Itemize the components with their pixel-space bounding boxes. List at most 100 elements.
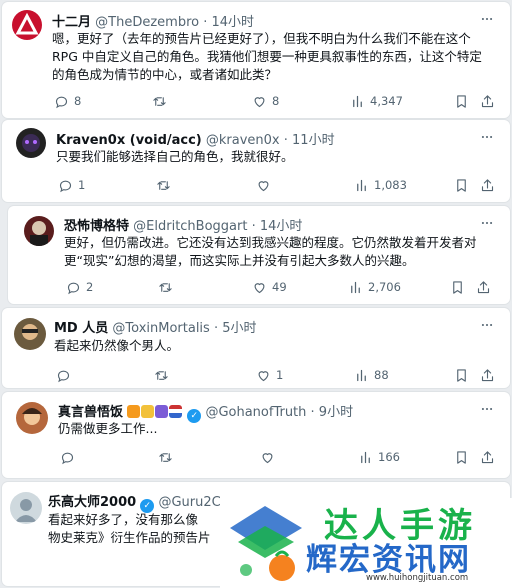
share-button[interactable] <box>480 448 495 466</box>
timestamp[interactable]: · 11小时 <box>284 133 335 148</box>
avatar-image-icon <box>30 221 48 246</box>
like-button[interactable]: 8 <box>252 92 279 110</box>
more-icon[interactable] <box>480 318 494 332</box>
reply-button[interactable] <box>56 366 76 384</box>
user-handle[interactable]: @ToxinMortalis <box>112 321 209 336</box>
share-button[interactable] <box>476 278 491 296</box>
fire-emoji-icon <box>127 405 141 418</box>
tweet-actions: 1 1,083 <box>58 176 498 194</box>
display-name[interactable]: 恐怖博格特 <box>64 219 129 234</box>
views-count: 4,347 <box>370 94 403 108</box>
bookmark-icon <box>450 280 465 295</box>
reply-button[interactable] <box>60 448 80 466</box>
views-button[interactable]: 4,347 <box>350 92 403 110</box>
tweet-actions: 166 <box>60 448 496 466</box>
tweet-card-5[interactable]: 真言兽悟饭 ✓ @GohanofTruth · 9小时 仍需做更多工作... 1… <box>2 392 510 478</box>
watermark-logo-icon <box>230 506 302 581</box>
display-name[interactable]: MD 人员 <box>54 321 108 336</box>
like-count: 49 <box>272 280 287 294</box>
share-icon <box>480 368 495 383</box>
timestamp[interactable]: · 5小时 <box>214 321 257 336</box>
display-name[interactable]: Kraven0x (void/acc) <box>56 133 202 148</box>
reply-icon <box>56 368 71 383</box>
retweet-icon <box>158 280 173 295</box>
retweet-button[interactable] <box>152 92 172 110</box>
user-handle[interactable]: @TheDezembro <box>95 15 199 30</box>
share-button[interactable] <box>480 366 495 384</box>
tweet-actions: 8 8 4,347 <box>54 92 504 110</box>
display-name[interactable]: 乐高大师2000 <box>48 495 136 510</box>
tweet-text: 看起来好多了，没有那么像 物史莱克》衍生作品的预告片 <box>48 512 211 545</box>
avatar-image-icon <box>22 408 42 425</box>
views-count: 88 <box>374 368 389 382</box>
bookmark-icon <box>454 450 469 465</box>
share-icon <box>480 178 495 193</box>
like-button[interactable]: 49 <box>252 278 287 296</box>
reply-button[interactable]: 8 <box>54 92 81 110</box>
bookmark-button[interactable] <box>454 448 469 466</box>
like-button[interactable]: 1 <box>256 366 283 384</box>
person-icon <box>15 499 37 522</box>
cross-emoji-icon <box>155 405 169 418</box>
share-icon <box>476 280 491 295</box>
bookmark-button[interactable] <box>454 366 469 384</box>
retweet-button[interactable] <box>156 176 176 194</box>
bookmark-button[interactable] <box>454 176 469 194</box>
avatar[interactable] <box>16 128 46 158</box>
user-handle[interactable]: @EldritchBoggart <box>133 219 247 234</box>
share-icon <box>480 94 495 109</box>
retweet-icon <box>154 368 169 383</box>
bookmark-icon <box>454 94 469 109</box>
avatar[interactable] <box>24 216 54 246</box>
like-button[interactable] <box>256 176 276 194</box>
views-button[interactable]: 88 <box>354 366 389 384</box>
display-name[interactable]: 十二月 <box>52 15 91 30</box>
reply-button[interactable]: 1 <box>58 176 85 194</box>
views-button[interactable]: 1,083 <box>354 176 407 194</box>
user-handle[interactable]: @kraven0x <box>206 133 280 148</box>
retweet-icon <box>156 178 171 193</box>
views-button[interactable]: 2,706 <box>348 278 401 296</box>
more-icon[interactable] <box>480 130 494 144</box>
like-count: 1 <box>276 368 284 382</box>
tweet-text: 嗯，更好了（去年的预告片已经更好了），但我不明白为什么我们不能在这个 RPG 中… <box>52 31 482 82</box>
tweet-card-2[interactable]: Kraven0x (void/acc) @kraven0x · 11小时 只要我… <box>2 120 510 202</box>
retweet-icon <box>158 450 173 465</box>
retweet-button[interactable] <box>158 278 178 296</box>
like-button[interactable] <box>260 448 280 466</box>
retweet-button[interactable] <box>154 366 174 384</box>
like-icon <box>260 450 275 465</box>
timestamp[interactable]: · 14小时 <box>203 15 254 30</box>
reply-icon <box>54 94 69 109</box>
views-count: 2,706 <box>368 280 401 294</box>
bookmark-button[interactable] <box>454 92 469 110</box>
user-handle[interactable]: @GohanofTruth <box>205 405 306 420</box>
reply-icon <box>60 450 75 465</box>
more-icon[interactable] <box>480 216 494 230</box>
display-name[interactable]: 真言兽悟饭 <box>58 405 123 420</box>
tweet-card-1[interactable]: 十二月 @TheDezembro · 14小时 嗯，更好了（去年的预告片已经更好… <box>2 2 510 118</box>
like-icon <box>252 94 267 109</box>
timestamp[interactable]: · 14小时 <box>252 219 303 234</box>
avatar[interactable] <box>14 318 46 350</box>
tweet-card-3[interactable]: 恐怖博格特 @EldritchBoggart · 14小时 更好，但仍需改进。它… <box>8 206 510 304</box>
avatar[interactable] <box>16 402 48 434</box>
timestamp[interactable]: · 9小时 <box>311 405 354 420</box>
views-button[interactable]: 166 <box>358 448 400 466</box>
bookmark-button[interactable] <box>450 278 465 296</box>
bookmark-icon <box>454 368 469 383</box>
share-button[interactable] <box>480 176 495 194</box>
reply-button[interactable]: 2 <box>66 278 93 296</box>
tweet-text: 更好，但仍需改进。它还没有达到我感兴趣的程度。它仍然散发着开发者对 更“现实”幻… <box>64 235 477 268</box>
views-icon <box>354 178 369 193</box>
retweet-button[interactable] <box>158 448 178 466</box>
user-handle[interactable]: @Guru2C <box>158 495 220 510</box>
tweet-text: 只要我们能够选择自己的角色，我就很好。 <box>56 149 294 164</box>
reply-icon <box>58 178 73 193</box>
share-button[interactable] <box>480 92 495 110</box>
tweet-card-4[interactable]: MD 人员 @ToxinMortalis · 5小时 看起来仍然像个男人。 1 … <box>2 308 510 388</box>
more-icon[interactable] <box>480 402 494 416</box>
avatar[interactable] <box>12 10 42 40</box>
default-avatar[interactable] <box>10 492 42 524</box>
more-icon[interactable] <box>480 12 494 26</box>
